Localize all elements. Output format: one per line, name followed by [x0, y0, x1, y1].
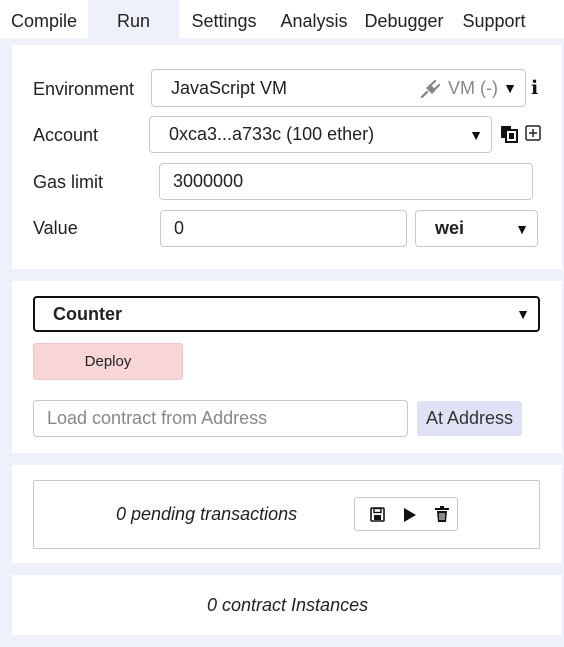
account-value: 0xca3...a733c (100 ether)	[169, 124, 375, 144]
environment-label: Environment	[33, 79, 135, 99]
value-amount: 0	[174, 218, 185, 238]
plug-icon	[420, 80, 440, 98]
tab-analysis[interactable]: Analysis	[269, 0, 359, 38]
plus-square-icon[interactable]	[525, 125, 541, 141]
transactions-panel: 0 pending transactions	[12, 465, 562, 563]
chevron-down-icon: ▼	[469, 126, 483, 143]
environment-value: JavaScript VM	[171, 77, 288, 98]
chevron-down-icon: ▼	[515, 220, 529, 237]
save-icon[interactable]	[370, 507, 385, 522]
contract-instances-text: 0 contract Instances	[207, 595, 369, 615]
chevron-down-icon: ▼	[516, 306, 530, 322]
chevron-down-icon: ▼	[503, 80, 517, 96]
at-address-button[interactable]: At Address	[417, 401, 522, 436]
value-input[interactable]: 0	[160, 210, 407, 247]
address-input[interactable]: Load contract from Address	[33, 400, 408, 437]
play-icon[interactable]	[403, 507, 417, 523]
tab-support[interactable]: Support	[449, 0, 539, 38]
deploy-button[interactable]: Deploy	[33, 343, 183, 380]
transactions-box: 0 pending transactions	[33, 480, 540, 549]
tab-settings[interactable]: Settings	[179, 0, 269, 38]
unit-value: wei	[435, 218, 465, 238]
vm-badge: VM (-)	[448, 77, 498, 98]
gas-limit-value: 3000000	[173, 171, 244, 191]
unit-select[interactable]: wei ▼	[415, 210, 538, 247]
gas-limit-input[interactable]: 3000000	[159, 163, 533, 200]
gas-limit-label: Gas limit	[33, 172, 104, 192]
copy-icon[interactable]	[500, 125, 518, 143]
tab-run[interactable]: Run	[88, 0, 179, 38]
deploy-panel: Counter ▼ Deploy Load contract from Addr…	[12, 281, 562, 453]
pending-transactions-text: 0 pending transactions	[116, 504, 298, 524]
contract-name: Counter	[53, 303, 122, 324]
tab-bar: Compile Run Settings Analysis Debugger S…	[0, 0, 564, 38]
instances-panel: 0 contract Instances	[12, 575, 562, 635]
account-label: Account	[33, 125, 99, 145]
contract-select[interactable]: Counter ▼	[33, 296, 540, 332]
transaction-actions	[354, 497, 458, 531]
info-icon[interactable]: i	[531, 77, 538, 99]
account-select[interactable]: 0xca3...a733c (100 ether) ▼	[149, 116, 492, 153]
tab-debugger[interactable]: Debugger	[359, 0, 449, 38]
value-label: Value	[33, 218, 78, 238]
environment-select[interactable]: JavaScript VM VM (-) ▼	[151, 69, 526, 107]
trash-icon[interactable]	[435, 506, 449, 522]
tab-compile[interactable]: Compile	[0, 0, 88, 38]
settings-panel: Environment JavaScript VM VM (-) ▼ i Acc…	[12, 45, 562, 269]
address-placeholder: Load contract from Address	[47, 408, 268, 428]
